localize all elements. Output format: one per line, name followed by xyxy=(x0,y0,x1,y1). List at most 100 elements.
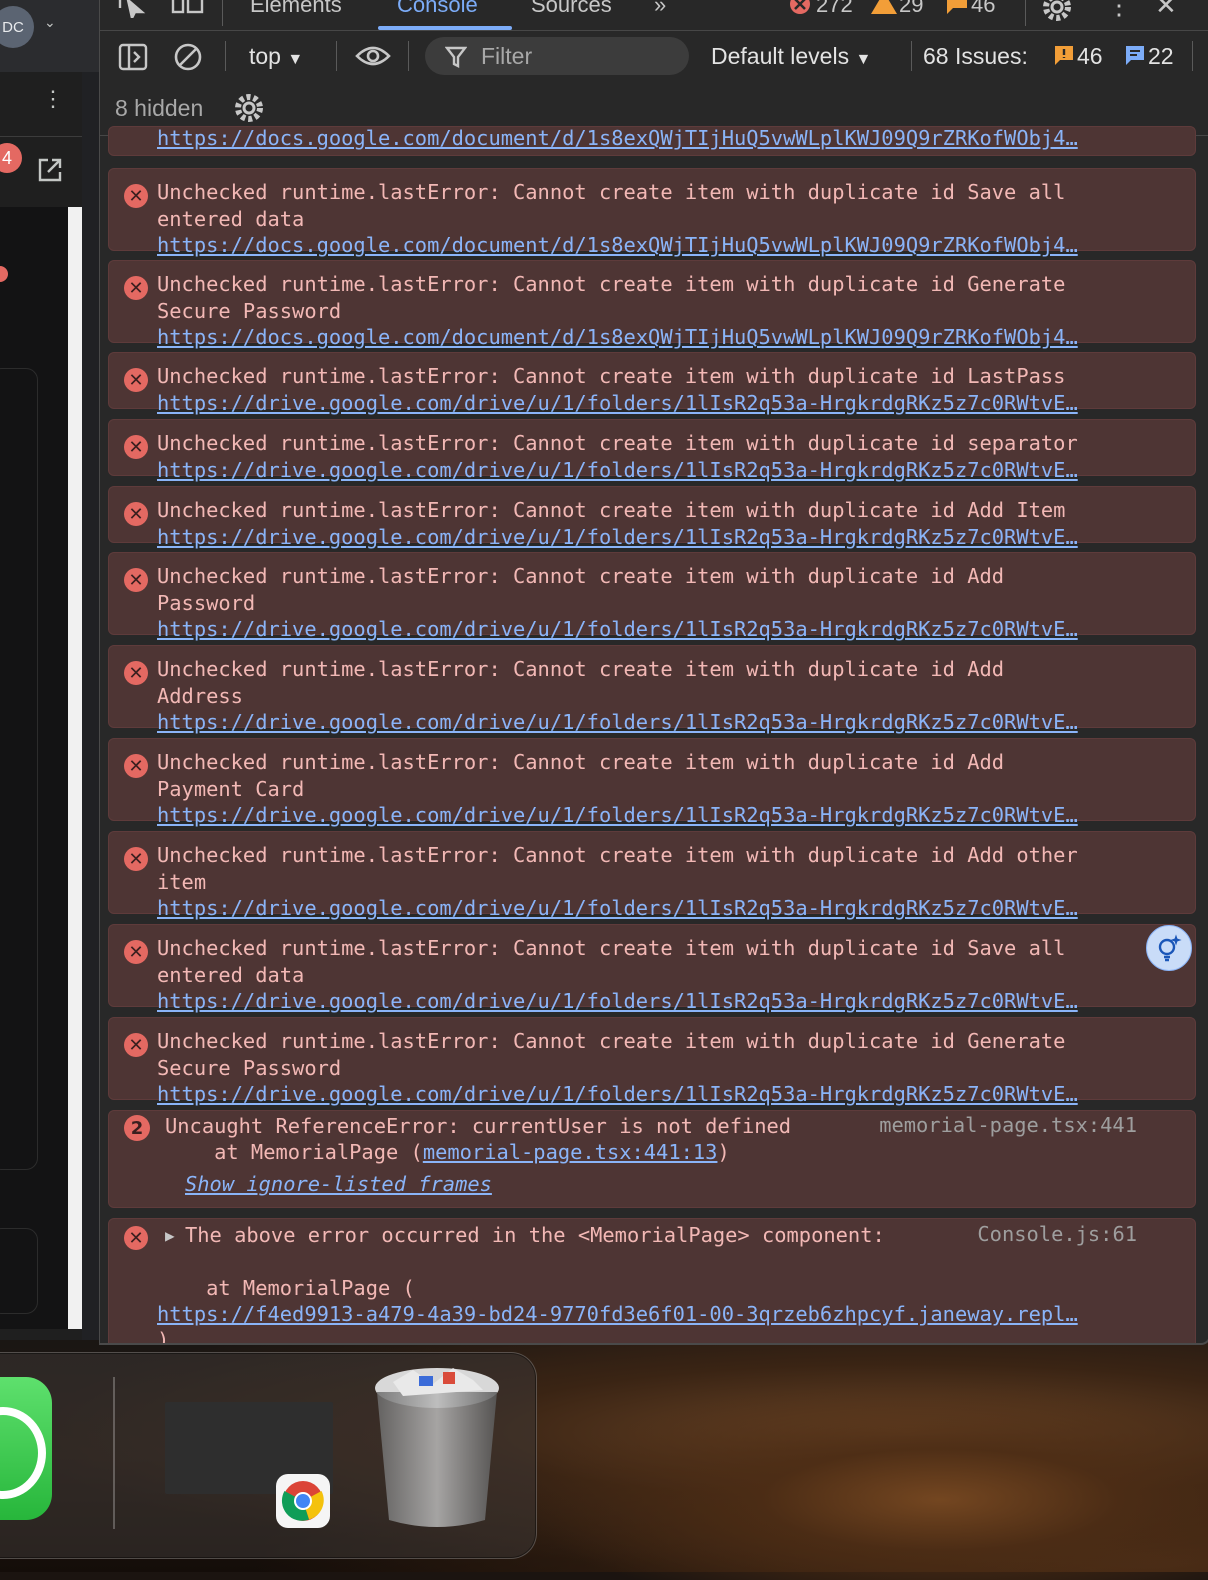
chevron-down-icon[interactable]: ⌄ xyxy=(44,14,56,31)
source-url-link[interactable]: https://docs.google.com/document/d/1s8ex… xyxy=(157,324,1078,351)
stack-frame-link[interactable]: memorial-page.tsx:441:13 xyxy=(423,1140,718,1164)
error-text: Unchecked runtime.lastError: Cannot crea… xyxy=(157,498,1066,522)
context-selector[interactable]: top ▼ xyxy=(249,43,303,70)
filter-input[interactable]: Filter xyxy=(425,37,689,75)
error-text: Unchecked runtime.lastError: Cannot crea… xyxy=(157,272,1066,296)
tab-sources[interactable]: Sources xyxy=(531,0,612,18)
toolbar-separator xyxy=(222,0,223,26)
stack-frame: at MemorialPage ( xyxy=(157,1276,415,1300)
reference-error-message[interactable]: 2 Uncaught ReferenceError: currentUser is… xyxy=(108,1110,1196,1208)
error-text: Unchecked runtime.lastError: Cannot crea… xyxy=(157,936,1066,960)
toolbar-separator xyxy=(408,41,409,71)
console-error-message[interactable]: ✕ Unchecked runtime.lastError: Cannot cre… xyxy=(108,1017,1196,1106)
dropdown-arrow-icon: ▼ xyxy=(287,51,304,68)
stack-url-link[interactable]: https://f4ed9913-a479-4a39-bd24-9770fd3e… xyxy=(157,1301,1078,1328)
more-vert-icon[interactable]: ⋮ xyxy=(42,88,64,110)
close-icon[interactable]: ✕ xyxy=(1155,0,1177,21)
more-vert-icon[interactable]: ⋮ xyxy=(1106,0,1132,21)
source-url-link[interactable]: https://drive.google.com/drive/u/1/folde… xyxy=(157,457,1078,484)
content-card xyxy=(0,368,38,1170)
settings-gear-icon[interactable] xyxy=(1042,0,1072,28)
inspect-element-icon[interactable] xyxy=(116,0,146,24)
issues-label[interactable]: 68 Issues: xyxy=(923,43,1028,70)
source-location-link[interactable]: Console.js:61 xyxy=(977,1222,1137,1246)
console-error-message[interactable]: ✕ Unchecked runtime.lastError: Cannot cre… xyxy=(108,486,1196,549)
error-text: Unchecked runtime.lastError: Cannot crea… xyxy=(157,750,1005,774)
show-ignore-listed-frames-link[interactable]: Show ignore-listed frames xyxy=(185,1171,492,1198)
console-error-message[interactable]: ✕ Unchecked runtime.lastError: Cannot cre… xyxy=(108,168,1196,257)
stack-prefix: at MemorialPage ( xyxy=(165,1140,423,1164)
warning-count[interactable]: 29 xyxy=(899,0,923,18)
page-scroll-edge xyxy=(68,207,82,1329)
issue-warning-icon xyxy=(1054,46,1074,71)
error-icon: ✕ xyxy=(124,368,148,392)
clear-console-icon[interactable] xyxy=(173,42,203,77)
log-levels-dropdown[interactable]: Default levels ▼ xyxy=(711,43,871,70)
console-error-message[interactable]: ✕ Unchecked runtime.lastError: Cannot cre… xyxy=(108,738,1196,827)
error-text: Password xyxy=(157,590,256,615)
console-error-message[interactable]: ✕ Unchecked runtime.lastError: Cannot cre… xyxy=(108,419,1196,482)
source-url-link[interactable]: https://drive.google.com/drive/u/1/folde… xyxy=(157,524,1078,551)
source-location-link[interactable]: memorial-page.tsx:441 xyxy=(879,1113,1137,1137)
error-text: Unchecked runtime.lastError: Cannot crea… xyxy=(157,843,1078,867)
toggle-sidebar-icon[interactable] xyxy=(118,43,148,76)
whatsapp-dock-icon[interactable] xyxy=(0,1377,52,1520)
error-text: Unchecked runtime.lastError: Cannot crea… xyxy=(157,431,1078,455)
badge-count: 4 xyxy=(1,147,12,168)
error-text: Secure Password xyxy=(157,298,342,323)
error-count-icon xyxy=(788,0,812,24)
open-external-icon[interactable] xyxy=(36,156,64,184)
source-url-link[interactable]: https://drive.google.com/drive/u/1/folde… xyxy=(157,988,1078,1015)
chrome-icon[interactable] xyxy=(276,1474,330,1528)
source-url-link[interactable]: https://docs.google.com/document/d/1s8ex… xyxy=(157,232,1078,259)
error-text: The above error occurred in the <Memoria… xyxy=(185,1223,885,1247)
more-tabs-icon[interactable]: » xyxy=(654,0,666,18)
console-error-message[interactable]: ✕ Unchecked runtime.lastError: Cannot cre… xyxy=(108,552,1196,641)
context-label: top xyxy=(249,43,281,69)
trash-icon[interactable] xyxy=(373,1362,501,1530)
error-text: Unchecked runtime.lastError: Cannot crea… xyxy=(157,180,1066,204)
issue-count[interactable]: 46 xyxy=(971,0,995,18)
device-toolbar-icon[interactable] xyxy=(170,0,204,24)
expand-triangle-icon[interactable]: ▶ xyxy=(165,1223,175,1250)
error-icon: ✕ xyxy=(124,847,148,871)
error-text: Unchecked runtime.lastError: Cannot crea… xyxy=(157,657,1005,681)
console-error-message[interactable]: ✕ Unchecked runtime.lastError: Cannot cre… xyxy=(108,352,1196,415)
console-error-message[interactable]: ✕ Unchecked runtime.lastError: Cannot cre… xyxy=(108,924,1196,1013)
console-error-message[interactable]: ✕ Unchecked runtime.lastError: Cannot cre… xyxy=(108,260,1196,349)
repeat-count-badge: 2 xyxy=(124,1115,150,1141)
source-url-link[interactable]: https://drive.google.com/drive/u/1/folde… xyxy=(157,709,1078,736)
tab-console[interactable]: Console xyxy=(397,0,478,18)
toolbar-separator xyxy=(911,41,912,71)
divider xyxy=(0,136,82,137)
source-url-link[interactable]: https://docs.google.com/document/d/1s8ex… xyxy=(157,125,1078,152)
source-url-link[interactable]: https://drive.google.com/drive/u/1/folde… xyxy=(157,616,1078,643)
error-count[interactable]: 272 xyxy=(816,0,853,18)
devtools-panel: Elements Console Sources » 272 29 46 ⋮ ✕ xyxy=(99,0,1208,1345)
source-url-link[interactable]: https://drive.google.com/drive/u/1/folde… xyxy=(157,802,1078,829)
error-text: Unchecked runtime.lastError: Cannot crea… xyxy=(157,1029,1066,1053)
ai-assistance-icon[interactable] xyxy=(1146,925,1192,971)
browser-window-edge: DC ⌄ ⋮ 4 xyxy=(0,0,99,1340)
source-url-link[interactable]: https://drive.google.com/drive/u/1/folde… xyxy=(157,390,1078,417)
error-icon: ✕ xyxy=(124,568,148,592)
issues-info-count[interactable]: 22 xyxy=(1148,43,1174,70)
live-expression-eye-icon[interactable] xyxy=(355,44,391,73)
tab-elements[interactable]: Elements xyxy=(250,0,342,18)
error-icon: ✕ xyxy=(124,940,148,964)
console-error-message[interactable]: ✕ Unchecked runtime.lastError: Cannot cre… xyxy=(108,645,1196,734)
toolbar-separator xyxy=(336,41,337,71)
issues-warning-count[interactable]: 46 xyxy=(1077,43,1103,70)
wallpaper-hill xyxy=(520,1380,1208,1580)
console-error-message[interactable]: https://docs.google.com/document/d/1s8ex… xyxy=(108,126,1196,156)
console-settings-gear-icon[interactable] xyxy=(233,92,265,129)
error-text: Payment Card xyxy=(157,776,305,801)
filter-placeholder: Filter xyxy=(481,43,533,69)
error-icon: ✕ xyxy=(124,276,148,300)
source-url-link[interactable]: https://drive.google.com/drive/u/1/folde… xyxy=(157,1081,1078,1108)
whatsapp-bubble-icon xyxy=(0,1407,46,1499)
error-text: Unchecked runtime.lastError: Cannot crea… xyxy=(157,564,1005,588)
console-error-message[interactable]: ✕ Unchecked runtime.lastError: Cannot cre… xyxy=(108,831,1196,920)
source-url-link[interactable]: https://drive.google.com/drive/u/1/folde… xyxy=(157,895,1078,922)
component-error-message[interactable]: ✕ ▶ The above error occurred in the <Memor… xyxy=(108,1218,1196,1343)
